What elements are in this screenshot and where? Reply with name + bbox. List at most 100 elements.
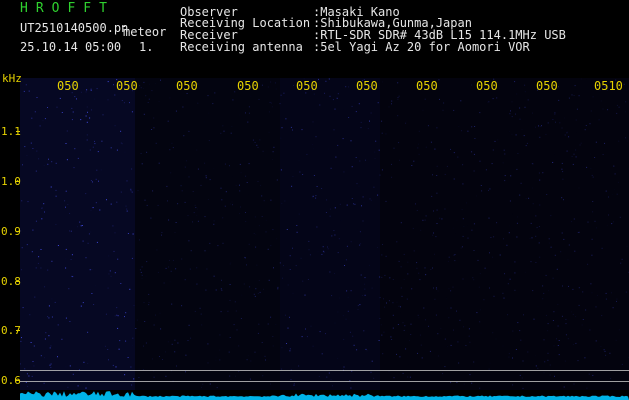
noise-speck <box>514 261 516 263</box>
noise-speck <box>263 288 264 290</box>
noise-speck <box>316 226 318 228</box>
noise-speck <box>127 233 129 234</box>
noise-speck <box>428 325 429 327</box>
noise-speck <box>572 288 574 290</box>
noise-speck <box>584 357 586 359</box>
noise-speck <box>85 387 87 389</box>
noise-speck <box>91 293 93 294</box>
noise-speck <box>543 339 545 341</box>
noise-speck <box>625 101 627 103</box>
noise-speck <box>292 129 293 131</box>
noise-speck <box>437 333 439 335</box>
noise-speck <box>255 246 257 248</box>
noise-speck <box>23 90 25 92</box>
noise-speck <box>50 186 52 188</box>
info-label-antenna: Receiving antenna <box>180 40 303 54</box>
noise-speck <box>94 143 96 145</box>
noise-speck <box>618 329 620 331</box>
noise-speck <box>524 106 526 108</box>
noise-speck <box>87 362 89 364</box>
noise-speck <box>552 320 554 321</box>
noise-speck <box>248 243 250 245</box>
noise-speck <box>182 106 184 108</box>
noise-speck <box>377 102 379 104</box>
noise-speck <box>557 325 559 327</box>
noise-speck <box>561 315 563 317</box>
noise-speck <box>232 99 234 101</box>
noise-speck <box>292 292 294 294</box>
noise-speck <box>350 241 352 243</box>
noise-speck <box>448 256 450 258</box>
noise-speck <box>219 334 221 336</box>
x-tick-label: 050 <box>176 79 198 93</box>
noise-speck <box>274 82 276 84</box>
noise-speck <box>538 172 540 174</box>
noise-speck <box>462 235 464 237</box>
noise-speck <box>368 264 370 266</box>
noise-speck <box>209 242 211 244</box>
noise-speck <box>90 180 92 182</box>
noise-speck <box>67 386 69 388</box>
noise-speck <box>473 153 475 155</box>
noise-speck <box>281 347 283 349</box>
noise-speck <box>564 134 566 136</box>
noise-speck <box>397 308 398 309</box>
noise-speck <box>453 109 455 111</box>
x-tick-label: 050 <box>57 79 79 93</box>
noise-speck <box>552 277 554 279</box>
noise-speck <box>361 205 362 207</box>
noise-speck <box>439 98 440 100</box>
noise-speck <box>398 142 400 144</box>
noise-speck <box>131 191 133 193</box>
noise-speck <box>444 366 446 368</box>
noise-speck <box>535 262 537 263</box>
noise-speck <box>85 115 87 117</box>
noise-speck <box>175 268 177 270</box>
noise-speck <box>254 216 256 218</box>
noise-speck <box>35 220 37 222</box>
noise-speck <box>270 316 272 318</box>
noise-speck <box>153 117 155 119</box>
noise-speck <box>316 186 318 187</box>
noise-speck <box>516 222 518 224</box>
noise-speck <box>48 317 50 319</box>
noise-speck <box>102 114 104 116</box>
noise-speck <box>618 140 620 142</box>
noise-speck <box>458 362 460 364</box>
noise-speck <box>271 231 272 232</box>
noise-speck <box>200 313 202 315</box>
noise-speck <box>304 294 306 296</box>
noise-speck <box>525 198 527 200</box>
noise-speck <box>229 165 230 167</box>
noise-speck <box>523 135 525 137</box>
noise-speck <box>417 352 418 354</box>
noise-speck <box>108 273 110 275</box>
noise-speck <box>244 257 246 259</box>
noise-speck <box>277 286 279 288</box>
noise-speck <box>454 254 456 255</box>
noise-speck <box>588 373 590 375</box>
noise-speck <box>441 218 443 220</box>
noise-speck <box>354 203 356 205</box>
noise-speck <box>184 166 186 168</box>
noise-speck <box>285 268 286 269</box>
noise-band <box>380 78 629 390</box>
noise-speck <box>607 109 609 111</box>
noise-speck <box>174 339 176 341</box>
noise-speck <box>532 163 534 165</box>
noise-speck <box>337 357 339 359</box>
noise-speck <box>326 199 328 201</box>
noise-speck <box>465 345 467 346</box>
noise-speck <box>33 365 35 367</box>
noise-speck <box>575 342 577 344</box>
noise-speck <box>113 250 115 252</box>
x-tick-label: 050 <box>237 79 259 93</box>
noise-speck <box>275 88 277 90</box>
noise-speck <box>409 376 411 378</box>
noise-speck <box>539 204 541 206</box>
noise-speck <box>116 314 118 316</box>
noise-speck <box>386 282 387 283</box>
noise-speck <box>589 329 591 331</box>
noise-speck <box>70 259 72 260</box>
y-tick-mark <box>16 131 20 132</box>
